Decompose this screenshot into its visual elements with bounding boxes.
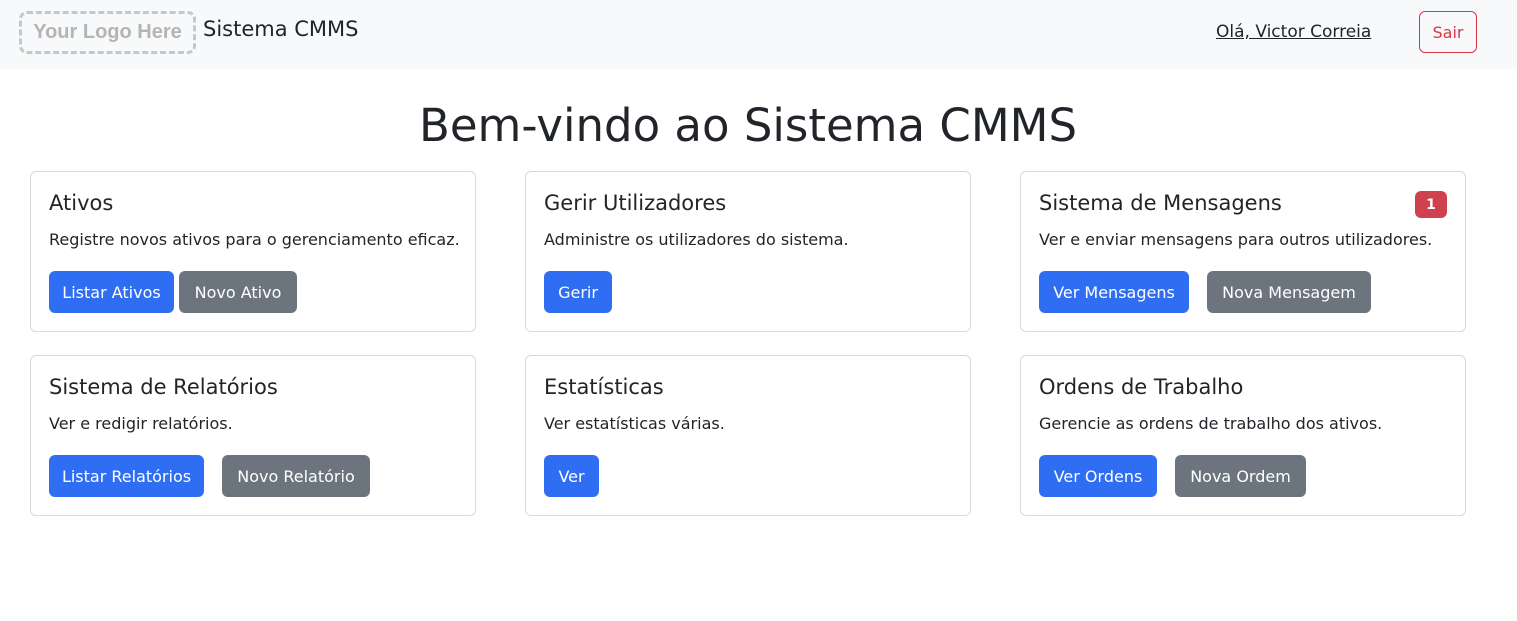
card-sistema-relatorios: Sistema de Relatórios Ver e redigir rela… [30, 355, 476, 516]
view-statistics-button[interactable]: Ver [544, 455, 599, 497]
card-title: Sistema de Relatórios [49, 375, 278, 399]
card-text: Ver e redigir relatórios. [49, 414, 233, 433]
card-sistema-mensagens: Sistema de Mensagens 1 Ver e enviar mens… [1020, 171, 1466, 332]
card-gerir-utilizadores: Gerir Utilizadores Administre os utiliza… [525, 171, 971, 332]
card-title: Ordens de Trabalho [1039, 375, 1244, 399]
card-text: Administre os utilizadores do sistema. [544, 230, 849, 249]
card-title: Estatísticas [544, 375, 664, 399]
card-title: Gerir Utilizadores [544, 191, 727, 215]
card-text: Ver estatísticas várias. [544, 414, 725, 433]
card-actions: Ver [544, 455, 599, 497]
new-message-button[interactable]: Nova Mensagem [1207, 271, 1371, 313]
view-work-orders-button[interactable]: Ver Ordens [1039, 455, 1157, 497]
card-estatisticas: Estatísticas Ver estatísticas várias. Ve… [525, 355, 971, 516]
card-ativos: Ativos Registre novos ativos para o gere… [30, 171, 476, 332]
card-actions: Gerir [544, 271, 612, 313]
brand-title[interactable]: Sistema CMMS [203, 17, 359, 41]
card-text: Gerencie as ordens de trabalho dos ativo… [1039, 414, 1383, 433]
top-navbar: Your Logo Here Sistema CMMS Olá, Victor … [0, 0, 1517, 69]
logout-button[interactable]: Sair [1419, 11, 1477, 53]
card-actions: Ver Mensagens Nova Mensagem [1039, 271, 1371, 313]
card-title: Ativos [49, 191, 114, 215]
list-reports-button[interactable]: Listar Relatórios [49, 455, 204, 497]
card-actions: Listar Relatórios Novo Relatório [49, 455, 370, 497]
logo[interactable]: Your Logo Here [19, 11, 196, 54]
card-text: Registre novos ativos para o gerenciamen… [49, 230, 460, 249]
view-messages-button[interactable]: Ver Mensagens [1039, 271, 1189, 313]
list-assets-button[interactable]: Listar Ativos [49, 271, 174, 313]
card-actions: Ver Ordens Nova Ordem [1039, 455, 1306, 497]
card-text: Ver e enviar mensagens para outros utili… [1039, 230, 1433, 249]
card-title: Sistema de Mensagens [1039, 191, 1282, 215]
new-asset-button[interactable]: Novo Ativo [179, 271, 297, 313]
unread-messages-badge: 1 [1415, 191, 1447, 218]
manage-users-button[interactable]: Gerir [544, 271, 612, 313]
new-work-order-button[interactable]: Nova Ordem [1175, 455, 1306, 497]
user-profile-link[interactable]: Olá, Victor Correia [1216, 22, 1371, 42]
card-ordens-trabalho: Ordens de Trabalho Gerencie as ordens de… [1020, 355, 1466, 516]
new-report-button[interactable]: Novo Relatório [222, 455, 370, 497]
page-title: Bem-vindo ao Sistema CMMS [418, 99, 1078, 152]
card-actions: Listar Ativos Novo Ativo [49, 271, 297, 313]
